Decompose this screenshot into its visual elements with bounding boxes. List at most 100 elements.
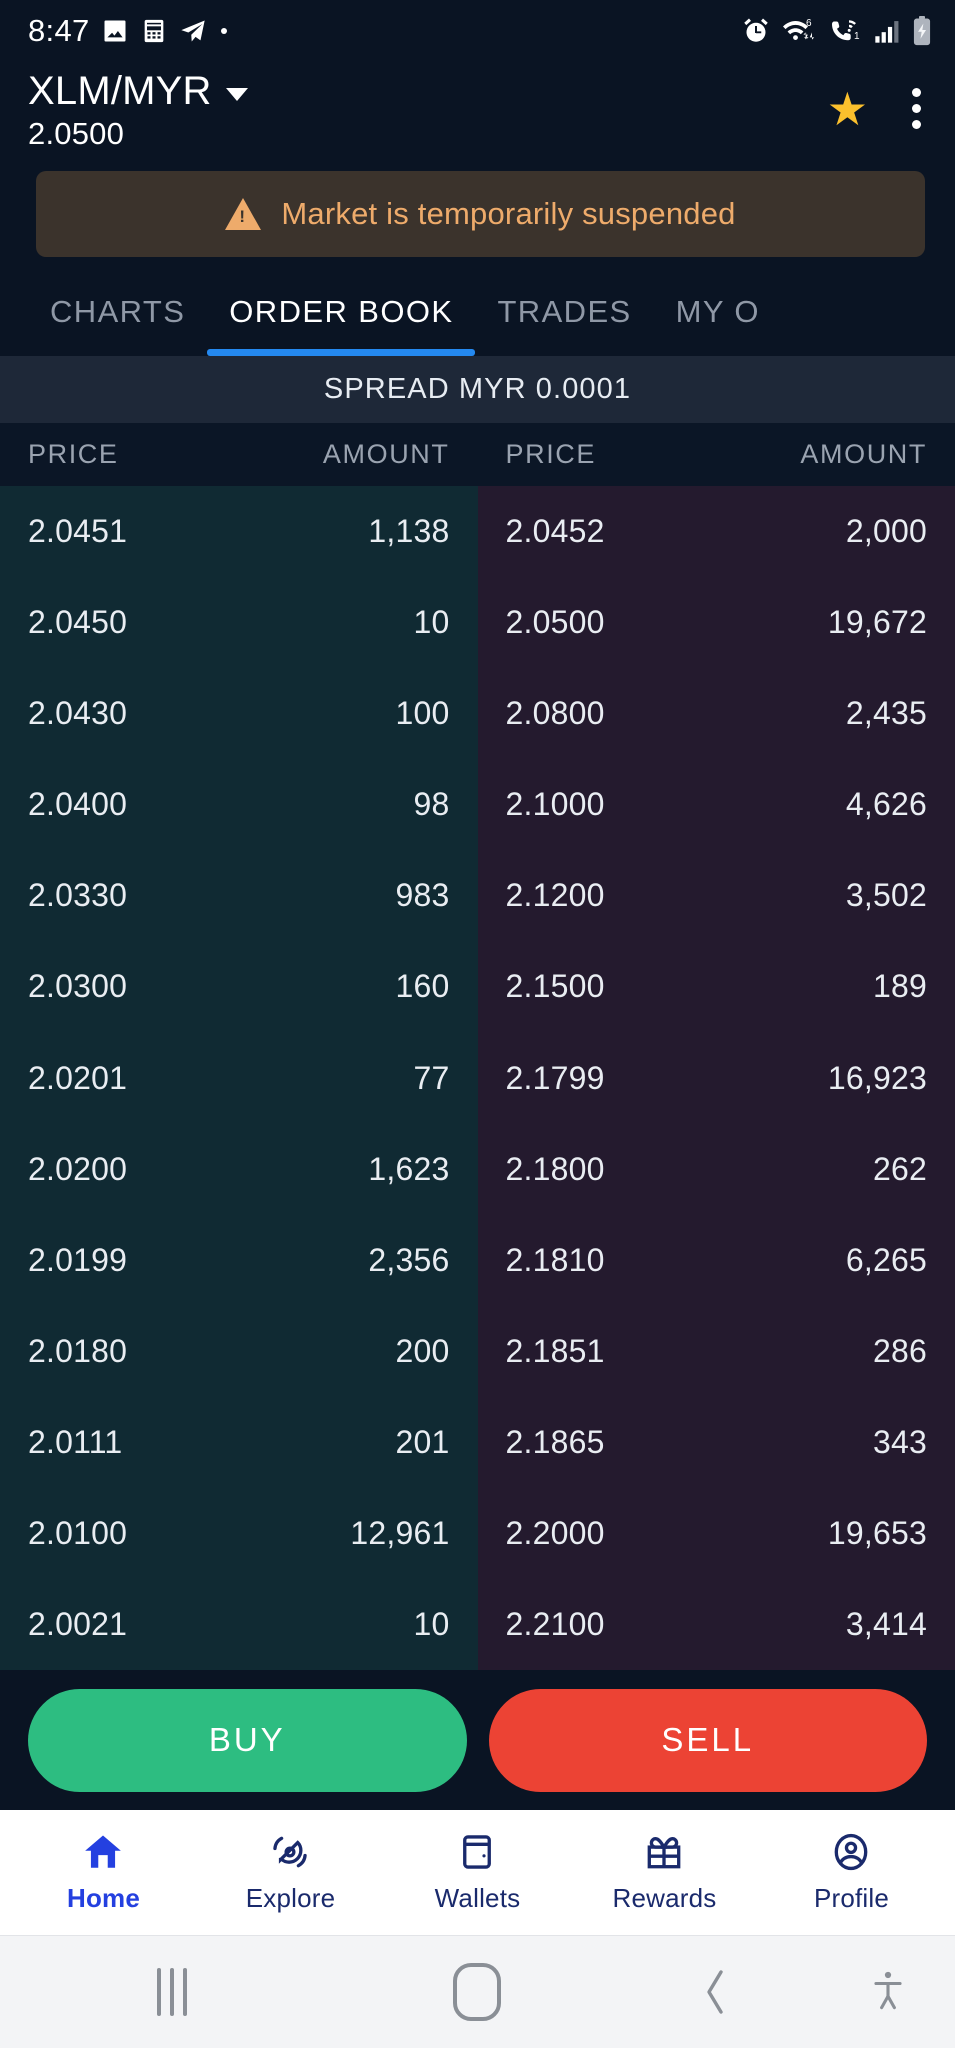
bid-price-cell: 2.0201 <box>28 1059 128 1096</box>
table-row[interactable]: 2.2000 19,653 <box>478 1488 955 1579</box>
ask-amount-cell: 286 <box>873 1332 927 1369</box>
bid-price-cell: 2.0330 <box>28 877 128 914</box>
ask-price-cell: 2.1810 <box>505 1241 605 1278</box>
table-row[interactable]: 2.0330 983 <box>0 850 478 941</box>
bid-amount-cell: 98 <box>413 786 450 823</box>
accessibility-icon[interactable] <box>821 1968 955 2016</box>
svg-text:1: 1 <box>854 31 860 42</box>
bid-amount-cell: 12,961 <box>350 1514 450 1551</box>
ask-price-cell: 2.0800 <box>505 695 605 732</box>
status-bar: 8:47 6 1 <box>0 0 955 62</box>
bid-price-cell: 2.0300 <box>28 968 128 1005</box>
ask-column-headers: PRICE AMOUNT <box>477 423 955 486</box>
alarm-icon <box>744 18 768 42</box>
table-row[interactable]: 2.1500 189 <box>478 941 955 1032</box>
ask-price-cell: 2.1851 <box>505 1332 605 1369</box>
order-book: PRICE AMOUNT 2.0451 1,138 2.0450 10 2.0430 10… <box>0 423 955 1670</box>
tab-order-book[interactable]: ORDER BOOK <box>207 294 476 356</box>
ask-amount-cell: 343 <box>873 1423 927 1460</box>
ask-price-cell: 2.1200 <box>505 877 605 914</box>
bid-amount-cell: 1,138 <box>368 513 450 550</box>
ask-price-cell: 2.1000 <box>505 786 605 823</box>
kebab-menu-icon[interactable] <box>902 84 931 133</box>
chevron-down-icon <box>225 87 248 101</box>
bid-amount-cell: 100 <box>395 695 450 732</box>
tab-trades[interactable]: TRADES <box>475 294 653 356</box>
table-row[interactable]: 2.0180 200 <box>0 1306 478 1397</box>
ask-price-cell: 2.0500 <box>505 604 605 641</box>
buy-button[interactable]: BUY <box>28 1688 467 1792</box>
pair-selector[interactable]: XLM/MYR <box>28 70 248 112</box>
bid-price-cell: 2.0199 <box>28 1241 128 1278</box>
nav-item-profile[interactable]: Profile <box>763 1831 941 1914</box>
table-row[interactable]: 2.0430 100 <box>0 668 478 759</box>
bid-amount-cell: 10 <box>413 1605 450 1642</box>
ask-amount-cell: 3,502 <box>845 877 927 914</box>
table-row[interactable]: 2.1851 286 <box>478 1306 955 1397</box>
bid-amount-cell: 201 <box>395 1423 450 1460</box>
table-row[interactable]: 2.1200 3,502 <box>478 850 955 941</box>
market-tabs: CHARTS ORDER BOOK TRADES MY O <box>0 261 955 356</box>
table-row[interactable]: 2.1810 6,265 <box>478 1215 955 1306</box>
tab-charts[interactable]: CHARTS <box>28 294 207 356</box>
order-book-asks: PRICE AMOUNT 2.0452 2,000 2.0500 19,672 2.08… <box>477 423 955 1670</box>
bottom-navigation: Home Explore Wallets Rewards Profile <box>0 1810 955 1935</box>
nav-item-rewards-label: Rewards <box>612 1883 717 1913</box>
ask-price-cell: 2.1865 <box>505 1423 605 1460</box>
wallet-icon <box>463 1835 492 1869</box>
table-row[interactable]: 2.0450 10 <box>0 577 478 668</box>
calculator-icon <box>144 19 163 43</box>
bid-price-cell: 2.0430 <box>28 695 128 732</box>
ask-price-cell: 2.0452 <box>505 513 605 550</box>
tab-my-orders[interactable]: MY O <box>654 294 782 356</box>
nav-item-wallets-label: Wallets <box>434 1883 521 1913</box>
table-row[interactable]: 2.0111 201 <box>0 1397 478 1488</box>
home-square-icon[interactable] <box>344 1963 611 2021</box>
bid-price-cell: 2.0450 <box>28 604 128 641</box>
nav-item-explore[interactable]: Explore <box>202 1831 380 1914</box>
table-row[interactable]: 2.0201 77 <box>0 1032 478 1123</box>
table-row[interactable]: 2.2100 3,414 <box>478 1579 955 1670</box>
bid-price-cell: 2.0021 <box>28 1605 128 1642</box>
bid-price-cell: 2.0400 <box>28 786 128 823</box>
table-row[interactable]: 2.1865 343 <box>478 1397 955 1488</box>
table-row[interactable]: 2.0100 12,961 <box>0 1488 478 1579</box>
table-row[interactable]: 2.0021 10 <box>0 1579 478 1670</box>
table-row[interactable]: 2.0300 160 <box>0 941 478 1032</box>
nav-item-home-label: Home <box>66 1883 141 1913</box>
table-row[interactable]: 2.0452 2,000 <box>478 486 955 577</box>
sell-button[interactable]: SELL <box>488 1688 927 1792</box>
table-row[interactable]: 2.1800 262 <box>478 1124 955 1215</box>
pair-name: XLM/MYR <box>28 69 212 113</box>
table-row[interactable]: 2.1000 4,626 <box>478 759 955 850</box>
market-header-left: XLM/MYR 2.0500 <box>28 70 248 152</box>
status-time: 8:47 <box>28 13 90 48</box>
ask-amount-cell: 189 <box>873 968 927 1005</box>
table-row[interactable]: 2.0500 19,672 <box>478 577 955 668</box>
table-row[interactable]: 2.0199 2,356 <box>0 1215 478 1306</box>
nav-item-wallets[interactable]: Wallets <box>389 1831 567 1914</box>
dot-icon <box>220 28 227 34</box>
bid-amount-cell: 200 <box>395 1332 450 1369</box>
nav-item-home[interactable]: Home <box>15 1831 193 1914</box>
table-row[interactable]: 2.1799 16,923 <box>478 1032 955 1123</box>
star-icon[interactable]: ★ <box>827 86 868 132</box>
ask-price-cell: 2.1500 <box>505 968 605 1005</box>
phone-screen: 8:47 6 1 XLM/MYR 2.0500 ★ ! Market is te… <box>0 0 955 2048</box>
order-book-bids: PRICE AMOUNT 2.0451 1,138 2.0450 10 2.0430 10… <box>0 423 478 1670</box>
bid-amount-header: AMOUNT <box>322 439 450 469</box>
table-row[interactable]: 2.0200 1,623 <box>0 1124 478 1215</box>
tab-charts-label: CHARTS <box>50 294 186 329</box>
table-row[interactable]: 2.0400 98 <box>0 759 478 850</box>
ask-amount-cell: 4,626 <box>845 786 927 823</box>
nav-item-rewards[interactable]: Rewards <box>576 1831 754 1914</box>
recents-icon[interactable] <box>0 1968 344 2016</box>
ask-price-cell: 2.2000 <box>505 1514 605 1551</box>
trade-actions: BUY SELL <box>0 1670 955 1810</box>
photo-icon <box>104 20 126 42</box>
table-row[interactable]: 2.0800 2,435 <box>478 668 955 759</box>
suspension-banner-text: Market is temporarily suspended <box>281 196 736 231</box>
table-row[interactable]: 2.0451 1,138 <box>0 486 478 577</box>
vowifi-call-icon: 1 <box>832 20 860 42</box>
back-chevron-icon[interactable] <box>611 1966 821 2018</box>
